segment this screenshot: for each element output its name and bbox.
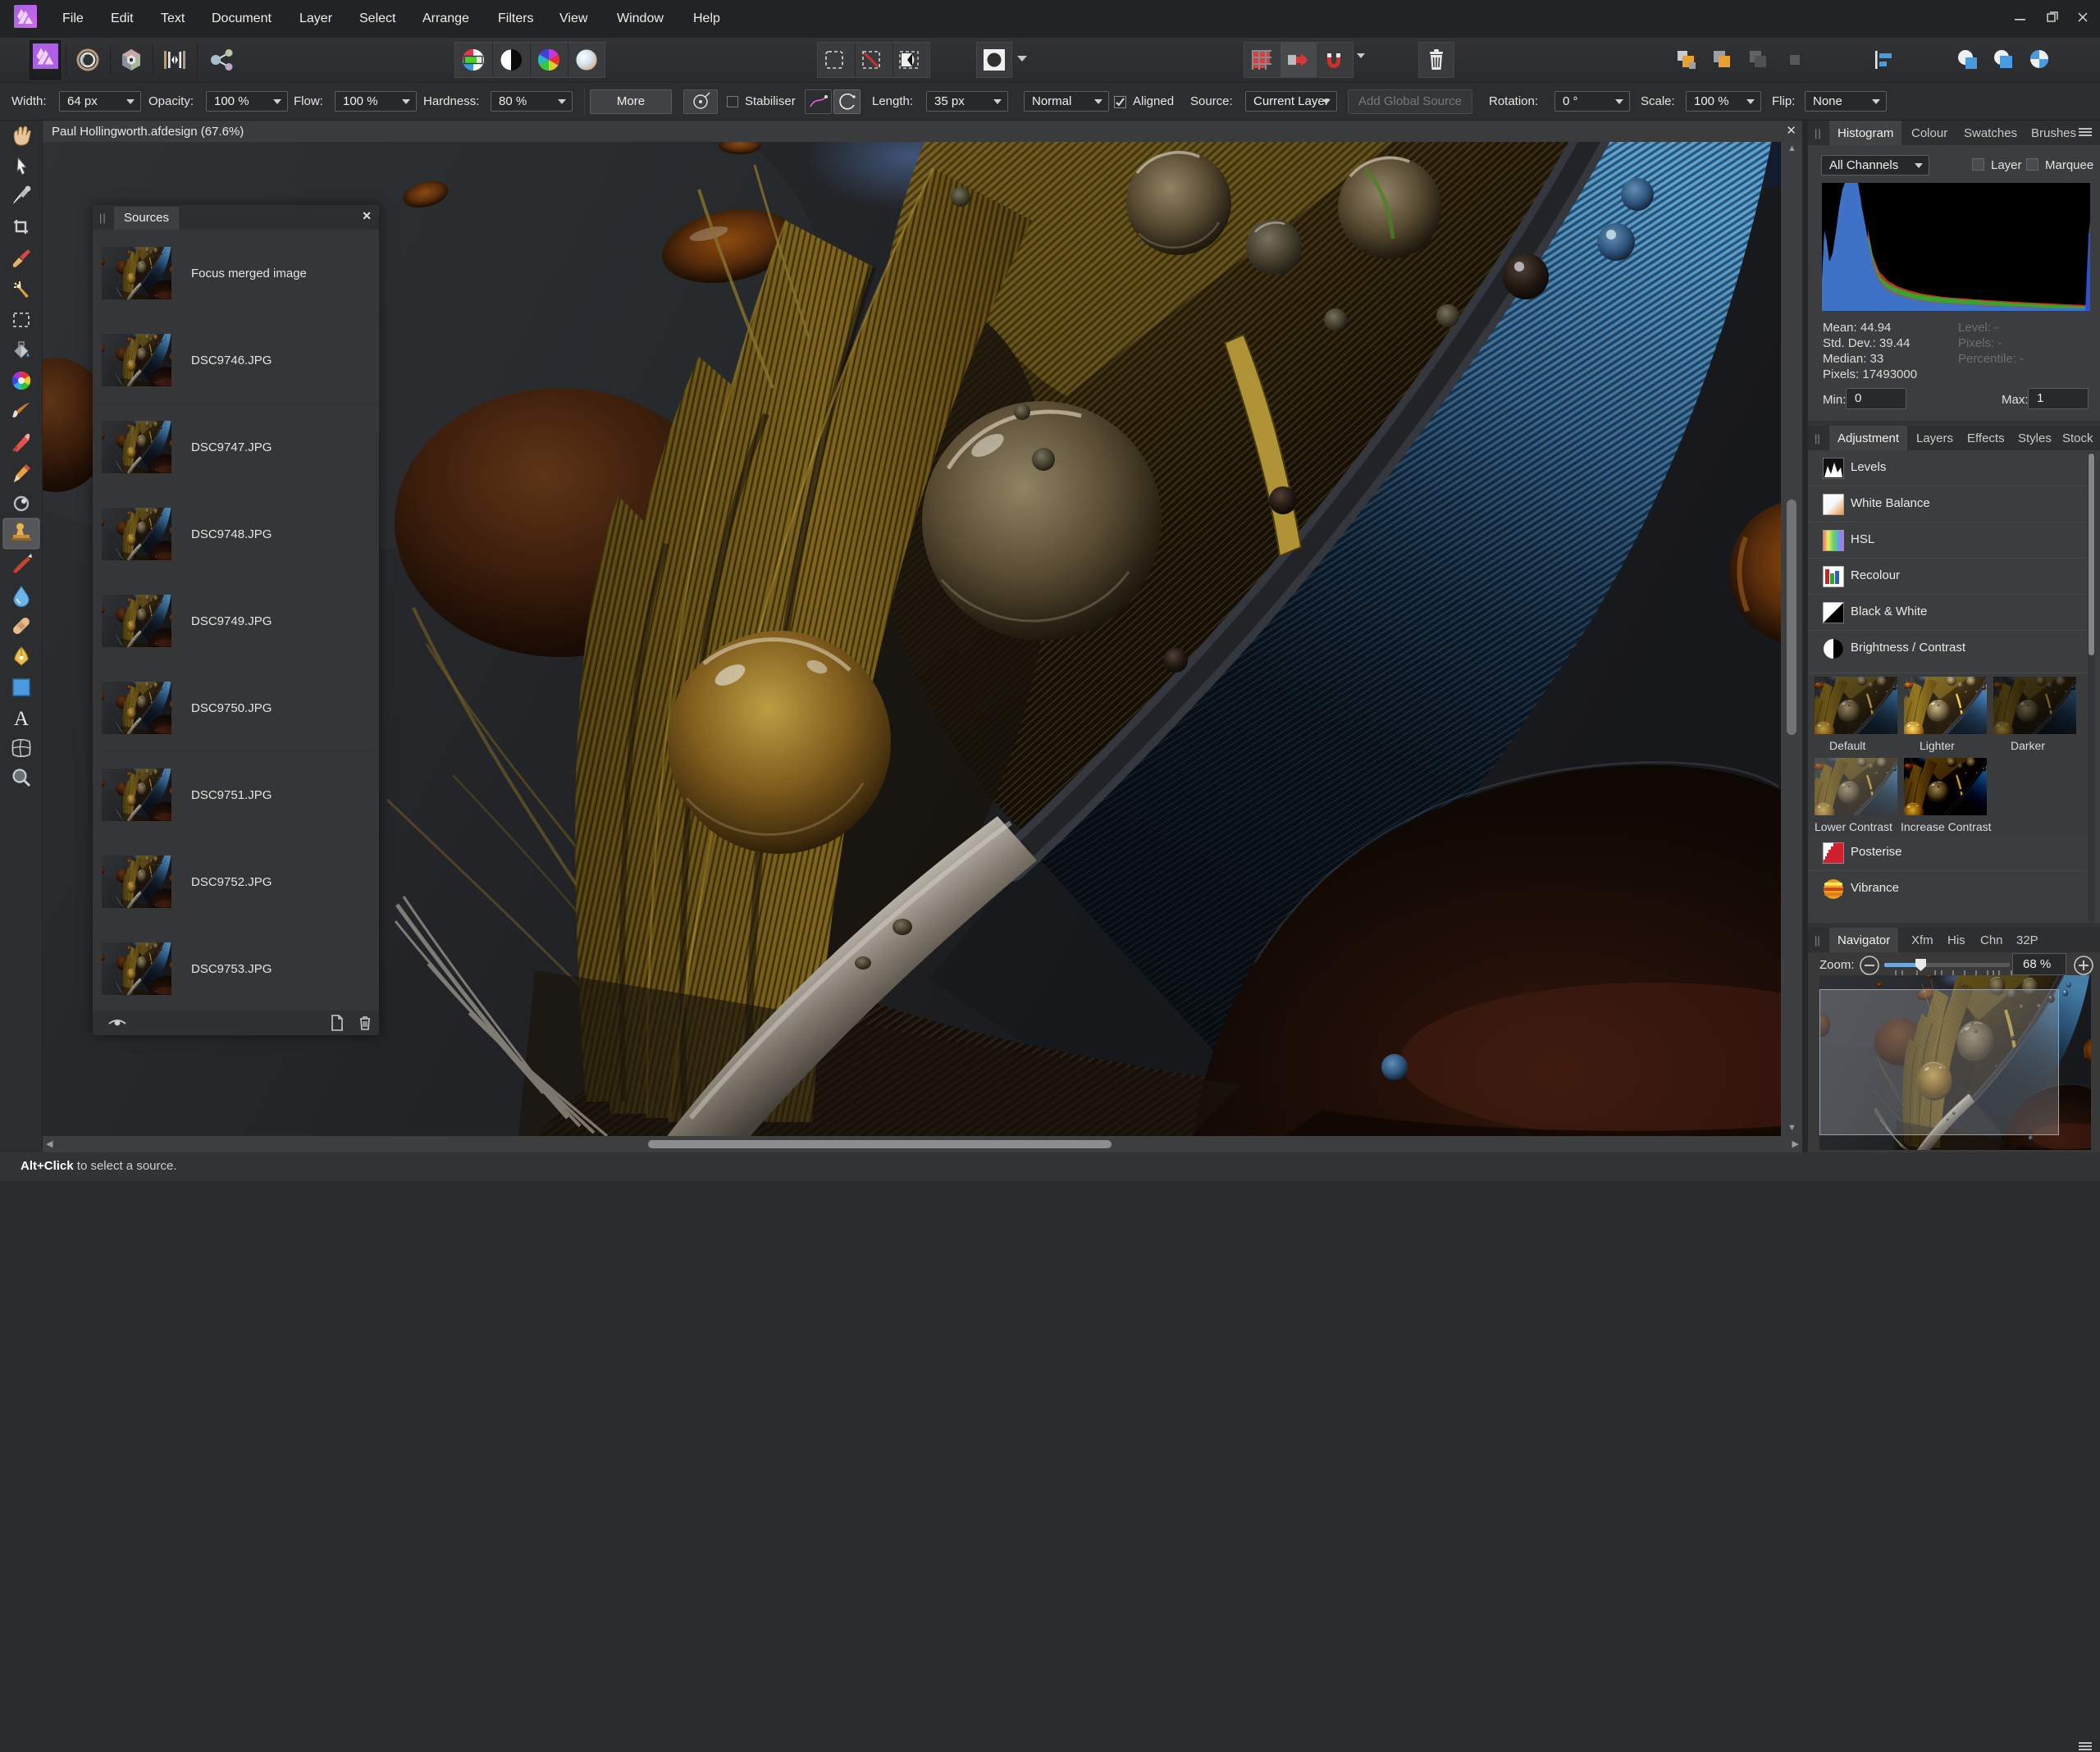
svg-text:A: A <box>14 708 29 730</box>
